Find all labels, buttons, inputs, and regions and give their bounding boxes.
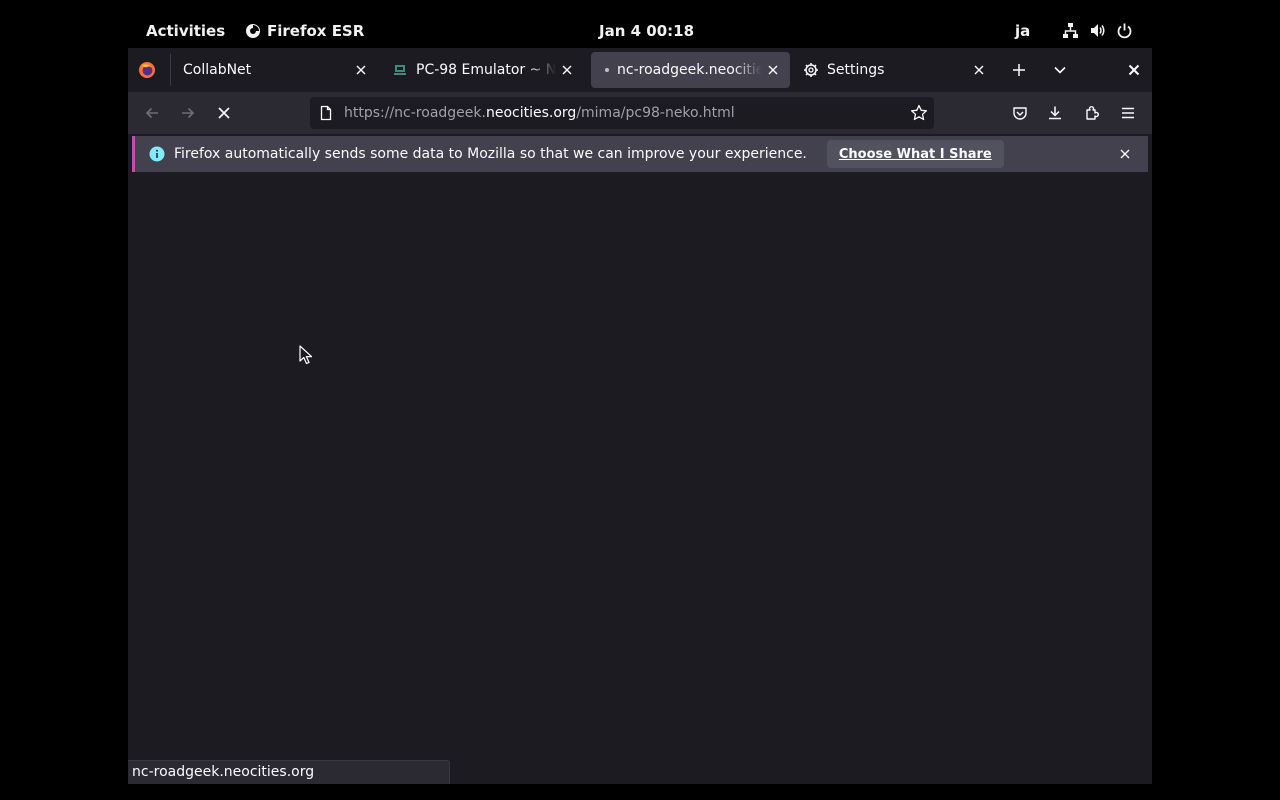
url-host: neocities.org [485, 105, 577, 121]
loading-dot-icon [605, 68, 609, 72]
url-prefix: https://nc-roadgeek. [344, 105, 486, 121]
app-menu-button[interactable] [1116, 101, 1140, 125]
stop-x-icon [218, 107, 230, 119]
back-button[interactable] [140, 101, 164, 125]
arrow-right-icon [182, 107, 195, 119]
firefox-view-icon[interactable] [138, 61, 156, 79]
pocket-button[interactable] [1008, 101, 1032, 125]
download-icon [1049, 106, 1061, 120]
tab-separator [170, 54, 171, 86]
network-icon [1063, 23, 1078, 38]
info-icon [149, 146, 165, 162]
stop-button[interactable] [212, 101, 236, 125]
plus-icon [1013, 64, 1025, 76]
tab-close-icon[interactable] [968, 59, 990, 81]
volume-icon [1091, 24, 1105, 37]
clock[interactable]: Jan 4 00:18 [599, 22, 694, 40]
hamburger-menu-icon [1122, 107, 1134, 119]
page-content-area[interactable] [128, 178, 1152, 784]
page-info-icon[interactable] [318, 105, 334, 121]
notification-close-button[interactable] [1116, 145, 1134, 163]
tab-close-icon[interactable] [556, 59, 578, 81]
pocket-icon [1013, 107, 1027, 120]
navigation-toolbar: https://nc-roadgeek.neocities.org/mima/p… [128, 92, 1152, 134]
firefox-app-icon [246, 24, 260, 38]
close-icon [1120, 149, 1130, 159]
tab-nc-roadgeek[interactable]: nc-roadgeek.neocities.org [591, 52, 790, 88]
tab-label: CollabNet [183, 62, 252, 78]
input-method-indicator[interactable]: ja [1015, 22, 1030, 40]
system-status-area[interactable] [1062, 22, 1133, 39]
tab-pc98-emulator[interactable]: PC-98 Emulator ~ Neko [384, 52, 584, 88]
mouse-pointer-icon [299, 345, 313, 365]
tab-collabnet[interactable]: CollabNet [174, 52, 378, 88]
tab-settings[interactable]: Settings [796, 52, 996, 88]
close-icon [1128, 64, 1140, 76]
tab-label: Settings [827, 62, 885, 78]
list-all-tabs-button[interactable] [1048, 58, 1072, 82]
tab-strip: CollabNet PC-98 Emulator ~ Neko nc-roadg… [128, 48, 1152, 92]
tab-label: PC-98 Emulator ~ Neko [416, 62, 556, 78]
bookmark-star-icon[interactable] [910, 104, 928, 122]
power-icon [1117, 23, 1132, 39]
close-window-button[interactable] [1122, 58, 1146, 82]
new-tab-button[interactable] [1007, 58, 1031, 82]
url-text[interactable]: https://nc-roadgeek.neocities.org/mima/p… [344, 105, 735, 121]
tab-label: nc-roadgeek.neocities.org [617, 62, 762, 78]
app-menu[interactable]: Firefox ESR [245, 22, 364, 40]
choose-what-i-share-button[interactable]: Choose What I Share [826, 140, 1004, 168]
address-bar[interactable]: https://nc-roadgeek.neocities.org/mima/p… [310, 97, 934, 129]
notification-text: Firefox automatically sends some data to… [174, 146, 807, 162]
activities-button[interactable]: Activities [146, 22, 225, 40]
extensions-button[interactable] [1080, 101, 1104, 125]
firefox-window: CollabNet PC-98 Emulator ~ Neko nc-roadg… [128, 48, 1152, 784]
arrow-left-icon [145, 107, 158, 119]
url-path: /mima/pc98-neko.html [576, 105, 735, 121]
pc98-favicon-icon [394, 65, 406, 75]
tab-close-icon[interactable] [350, 59, 372, 81]
forward-button[interactable] [176, 101, 200, 125]
downloads-button[interactable] [1043, 101, 1067, 125]
puzzle-icon [1086, 106, 1099, 120]
tab-close-icon[interactable] [762, 59, 784, 81]
data-collection-notification: Firefox automatically sends some data to… [132, 136, 1148, 172]
gear-icon [804, 63, 818, 77]
app-name: Firefox ESR [267, 22, 365, 40]
chevron-down-icon [1054, 66, 1066, 74]
status-panel: nc-roadgeek.neocities.org [128, 760, 450, 784]
